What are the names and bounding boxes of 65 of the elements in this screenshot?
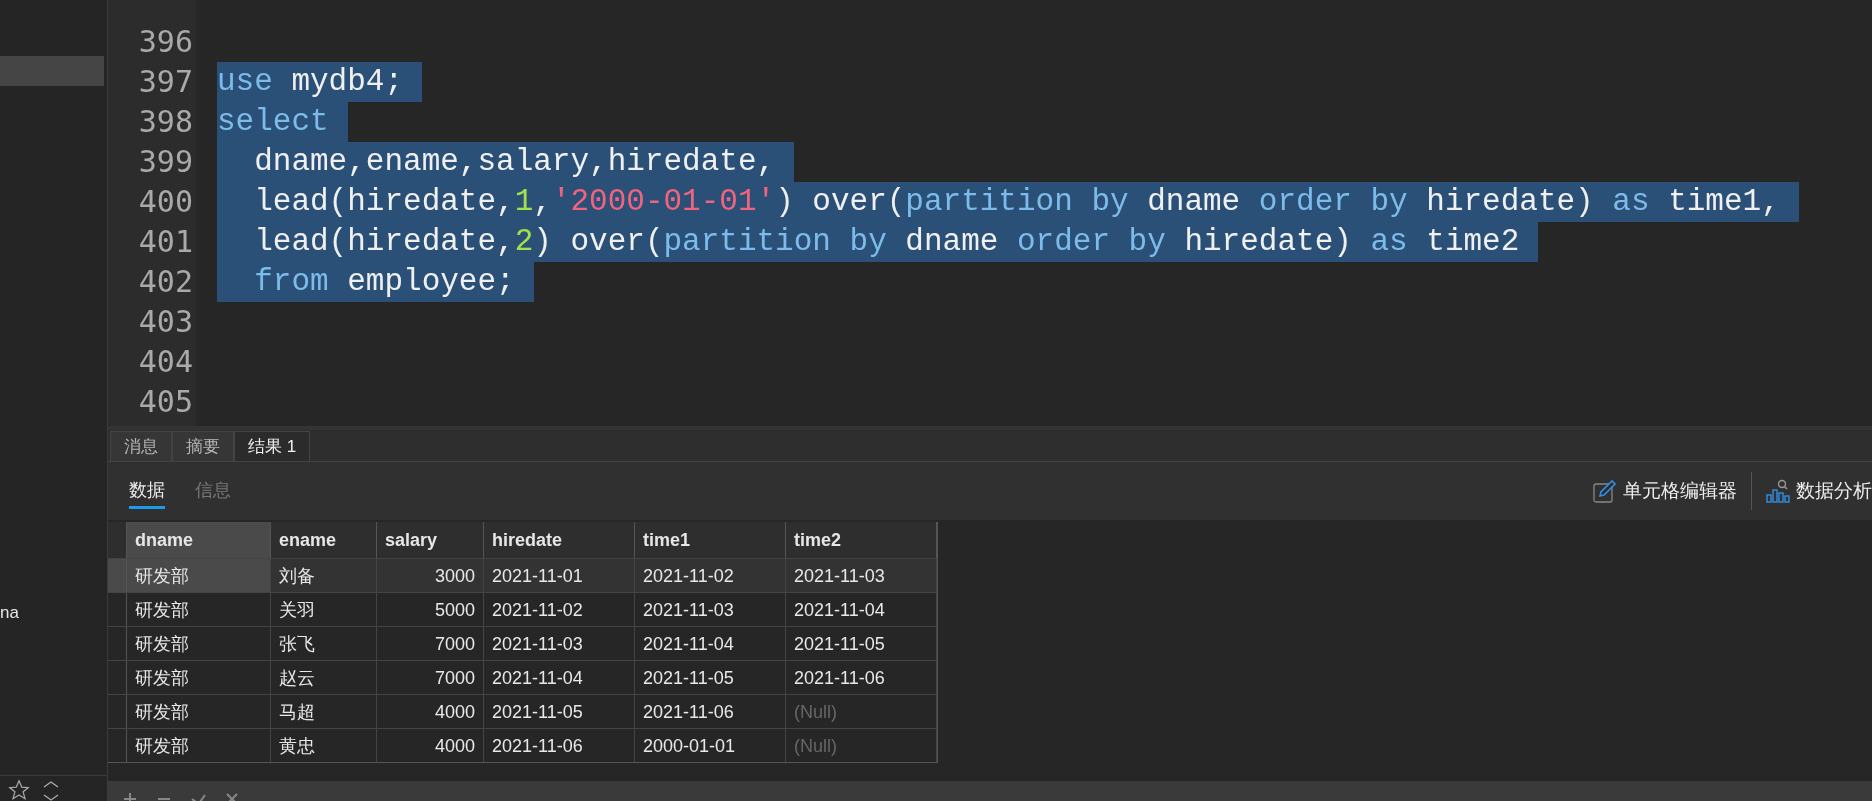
table-cell: 2021-11-04 (635, 627, 786, 660)
table-cell: 2021-11-06 (786, 661, 937, 694)
table-cell: 研发部 (127, 695, 271, 728)
table-cell: 4000 (377, 729, 484, 762)
table-cell: 4000 (377, 695, 484, 728)
data-analysis-button[interactable]: 数据分析 (1766, 476, 1872, 506)
table-cell: 2021-11-03 (786, 559, 937, 592)
line-number: 404 (137, 343, 194, 381)
table-cell: 黄忠 (271, 729, 377, 762)
table-cell: 2021-11-02 (635, 559, 786, 592)
column-header[interactable]: ename (271, 522, 377, 558)
line-number: 401 (137, 223, 194, 261)
line-number: 403 (137, 303, 194, 341)
table-cell: 2021-11-03 (635, 593, 786, 626)
column-header[interactable]: salary (377, 522, 484, 558)
row-marker[interactable] (108, 559, 127, 592)
table-cell: 2021-11-05 (635, 661, 786, 694)
table-cell: 研发部 (127, 559, 271, 592)
pencil-icon (1593, 479, 1617, 503)
line-number: 397 (137, 63, 194, 101)
line-number: 402 (137, 263, 194, 301)
table-cell: 马超 (271, 695, 377, 728)
table-cell: 2021-11-06 (635, 695, 786, 728)
table-cell: 3000 (377, 559, 484, 592)
result-tab[interactable]: 摘要 (172, 431, 234, 461)
table-cell: 2021-11-04 (484, 661, 635, 694)
table-cell: 张飞 (271, 627, 377, 660)
column-header[interactable]: time1 (635, 522, 786, 558)
chevron-icon[interactable] (42, 781, 60, 801)
star-icon[interactable] (8, 779, 30, 801)
cell-editor-button[interactable]: 单元格编辑器 (1593, 476, 1737, 506)
result-tab[interactable]: 结果 1 (234, 431, 311, 461)
table-cell: 关羽 (271, 593, 377, 626)
code-editor[interactable] (108, 0, 1872, 430)
column-header[interactable]: dname (127, 522, 271, 558)
table-cell: 2021-11-04 (786, 593, 937, 626)
table-cell: 2021-11-01 (484, 559, 635, 592)
table-cell: 2021-11-03 (484, 627, 635, 660)
table-cell: 2000-01-01 (635, 729, 786, 762)
line-number: 399 (137, 143, 194, 181)
data-tab[interactable]: 数据 (129, 473, 165, 509)
table-cell: 研发部 (127, 593, 271, 626)
line-number: 400 (137, 183, 194, 221)
table-cell: 7000 (377, 627, 484, 660)
table-cell: 研发部 (127, 627, 271, 660)
line-number: 405 (137, 383, 194, 421)
column-header[interactable]: time2 (786, 522, 937, 558)
line-number: 398 (137, 103, 194, 141)
table-cell: (Null) (786, 695, 937, 728)
table-cell: 7000 (377, 661, 484, 694)
table-cell: 2021-11-02 (484, 593, 635, 626)
line-number: 396 (137, 23, 194, 61)
table-cell: 研发部 (127, 661, 271, 694)
table-cell: 2021-11-05 (484, 695, 635, 728)
table-cell: 2021-11-06 (484, 729, 635, 762)
sidebar-item[interactable]: na (0, 598, 104, 628)
result-tab[interactable]: 消息 (110, 431, 172, 461)
chart-icon (1766, 479, 1790, 503)
table-cell: 赵云 (271, 661, 377, 694)
table-cell: 刘备 (271, 559, 377, 592)
table-cell: 研发部 (127, 729, 271, 762)
table-cell: 5000 (377, 593, 484, 626)
column-header[interactable]: hiredate (484, 522, 635, 558)
table-cell: 2021-11-05 (786, 627, 937, 660)
table-cell: (Null) (786, 729, 937, 762)
